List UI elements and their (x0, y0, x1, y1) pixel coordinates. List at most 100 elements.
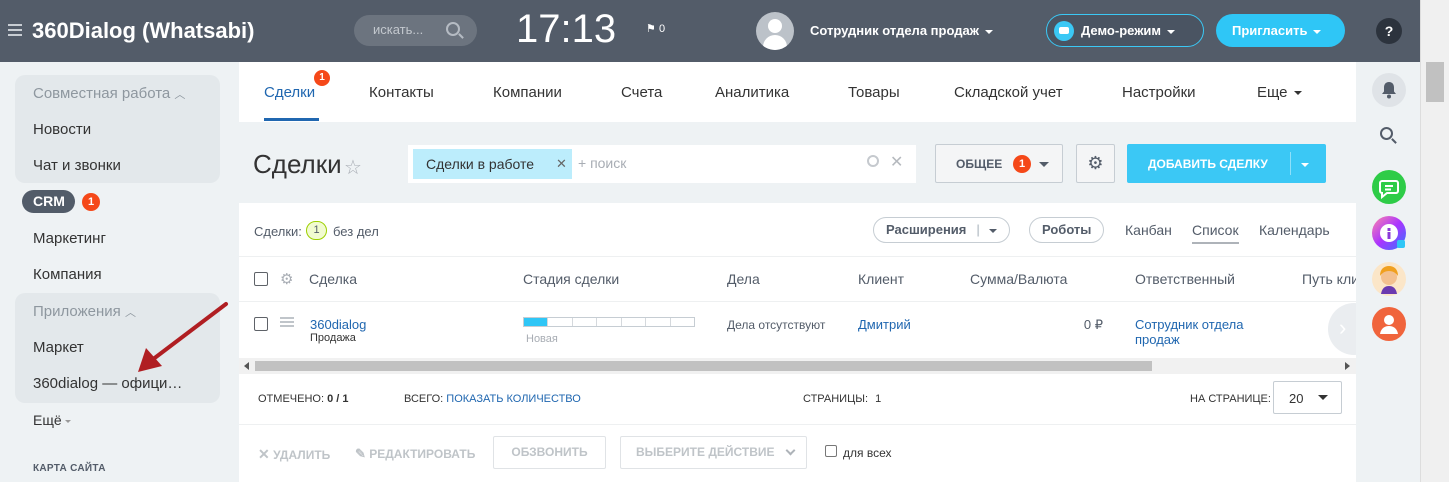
responsible-link-line2[interactable]: продаж (1135, 332, 1180, 347)
clock[interactable]: 17:13 (516, 6, 616, 52)
horizontal-scrollbar[interactable] (239, 358, 1356, 374)
stage-segment[interactable] (621, 318, 647, 326)
avatar[interactable] (756, 12, 794, 50)
gear-icon[interactable]: ⚙ (1076, 144, 1115, 183)
sidebar-item-more[interactable]: Ещё (33, 412, 71, 428)
close-icon[interactable]: ✕ (556, 156, 567, 172)
view-list[interactable]: Список (1192, 222, 1239, 244)
no-activities-filter[interactable]: без дел (333, 224, 379, 239)
for-all-checkbox[interactable] (825, 445, 837, 457)
drag-handle-icon[interactable] (280, 317, 294, 327)
responsible-link[interactable]: Сотрудник отдела (1135, 317, 1243, 332)
tab-invoices[interactable]: Счета (621, 84, 662, 101)
sidebar-item-news[interactable]: Новости (33, 121, 91, 138)
stage-segment[interactable] (548, 318, 573, 326)
pages-label: СТРАНИЦЫ: (803, 393, 869, 405)
chat-icon[interactable] (1372, 170, 1406, 204)
sidebar-item-chat[interactable]: Чат и звонки (33, 157, 121, 174)
search-input[interactable]: искать... (354, 15, 477, 46)
column-header[interactable]: Сделка (309, 271, 357, 287)
add-deal-button[interactable]: ДОБАВИТЬ СДЕЛКУ (1127, 144, 1326, 183)
deal-name-link[interactable]: 360dialog (310, 317, 366, 332)
chevron-down-icon[interactable] (1301, 156, 1309, 172)
scroll-right-arrow[interactable] (1345, 362, 1350, 370)
vertical-scrollbar[interactable] (1420, 0, 1449, 482)
column-header[interactable]: Дела (727, 271, 760, 287)
column-header[interactable]: Клиент (858, 271, 904, 287)
app-title[interactable]: 360Dialog (Whatsabi) (32, 16, 274, 46)
row-checkbox[interactable] (254, 317, 268, 331)
sidebar-item-market[interactable]: Маркет (33, 339, 84, 356)
robots-button[interactable]: Роботы (1029, 217, 1105, 243)
tab-contacts[interactable]: Контакты (369, 84, 434, 101)
deals-count[interactable]: 1 (306, 221, 327, 240)
extensions-button[interactable]: Расширения | (873, 217, 1011, 243)
pencil-icon: ✎ (355, 446, 366, 461)
column-header[interactable]: Стадия сделки (523, 271, 619, 287)
tab-settings[interactable]: Настройки (1122, 84, 1196, 101)
common-badge: 1 (1013, 155, 1032, 173)
call-button[interactable]: ОБЗВОНИТЬ (493, 436, 606, 469)
for-all-label: для всех (843, 446, 892, 460)
stage-segment[interactable] (524, 318, 549, 326)
stage-progress[interactable] (523, 317, 695, 327)
extensions-label: Расширения (886, 222, 967, 237)
stage-segment[interactable] (670, 318, 694, 326)
search-icon[interactable] (446, 22, 460, 36)
tab-warehouse[interactable]: Складской учет (954, 84, 1063, 101)
stage-segment[interactable] (646, 318, 671, 326)
sidebar-item-marketing[interactable]: Маркетинг (33, 230, 106, 247)
search-icon[interactable] (1380, 127, 1397, 144)
clear-icon[interactable]: ✕ (890, 152, 903, 172)
app-icon[interactable] (1372, 216, 1406, 250)
tab-deals[interactable]: Сделки (264, 84, 315, 101)
delete-button[interactable]: ✕ УДАЛИТЬ (258, 446, 330, 463)
tab-more[interactable]: Еще (1257, 84, 1302, 101)
client-link[interactable]: Дмитрий (858, 317, 911, 332)
scroll-left-arrow[interactable] (244, 362, 249, 370)
invite-button[interactable]: Пригласить (1216, 14, 1345, 47)
flag-counter[interactable]: ⚑ 0 (646, 22, 665, 35)
chevron-down-icon (989, 228, 998, 233)
group-apps-title[interactable]: Приложения ︿ (33, 303, 136, 320)
avatar[interactable] (1372, 262, 1406, 296)
column-header[interactable]: Сумма/Валюта (970, 271, 1067, 287)
view-kanban[interactable]: Канбан (1125, 222, 1172, 238)
column-header[interactable]: Путь кли (1302, 271, 1356, 287)
sidebar-item-company[interactable]: Компания (33, 266, 102, 283)
sitemap-link[interactable]: КАРТА САЙТА (33, 463, 106, 474)
view-calendar[interactable]: Календарь (1259, 222, 1330, 238)
sidebar-item-crm[interactable]: CRM (22, 190, 75, 213)
filter-chip[interactable]: Сделки в работе (413, 149, 572, 179)
chevron-down-icon (1313, 29, 1322, 34)
stage-segment[interactable] (597, 318, 622, 326)
column-header[interactable]: Ответственный (1135, 271, 1235, 287)
close-icon: ✕ (258, 446, 270, 462)
edit-button[interactable]: ✎ РЕДАКТИРОВАТЬ (355, 446, 475, 462)
star-icon[interactable]: ☆ (344, 155, 362, 180)
group-collaboration-title[interactable]: Совместная работа ︿ (33, 85, 185, 102)
select-all-checkbox[interactable] (254, 272, 268, 286)
help-icon[interactable]: ? (1376, 18, 1402, 44)
select-action-dropdown[interactable]: ВЫБЕРИТЕ ДЕЙСТВИЕ (620, 436, 807, 469)
per-page-select[interactable]: 20 (1273, 381, 1342, 414)
user-icon[interactable] (1372, 307, 1406, 341)
demo-mode-button[interactable]: Демо-режим (1046, 14, 1204, 47)
deals-count-label: Сделки: (254, 224, 302, 239)
gear-icon[interactable]: ⚙ (280, 270, 293, 288)
common-view-button[interactable]: ОБЩЕЕ 1 (935, 144, 1063, 183)
user-menu[interactable]: Сотрудник отдела продаж (810, 23, 993, 38)
tab-companies[interactable]: Компании (493, 84, 562, 101)
filter-placeholder[interactable]: + поиск (578, 155, 626, 171)
stage-segment[interactable] (572, 318, 598, 326)
more-tab-label: Еще (1257, 84, 1288, 101)
crm-badge: 1 (82, 193, 101, 211)
tab-analytics[interactable]: Аналитика (715, 84, 789, 101)
menu-icon[interactable] (8, 24, 22, 36)
bell-icon[interactable] (1372, 73, 1406, 107)
stage-label: Новая (526, 333, 558, 345)
search-icon[interactable] (867, 155, 879, 167)
tab-products[interactable]: Товары (848, 84, 900, 101)
page-title: Сделки (253, 149, 342, 179)
show-count-link[interactable]: ПОКАЗАТЬ КОЛИЧЕСТВО (446, 393, 581, 405)
